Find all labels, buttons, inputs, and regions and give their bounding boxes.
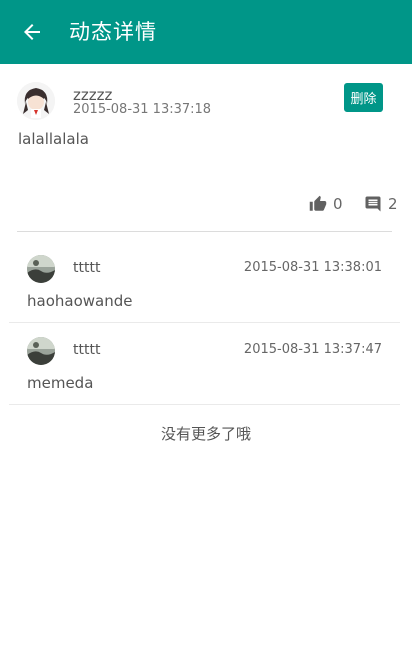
avatar[interactable] — [27, 337, 55, 365]
avatar[interactable] — [27, 255, 55, 283]
comment-username[interactable]: ttttt — [73, 342, 100, 358]
divider — [17, 231, 392, 232]
comment-item: ttttt 2015-08-31 13:37:47 memeda — [9, 323, 400, 405]
comment-item: ttttt 2015-08-31 13:38:01 haohaowande — [9, 241, 400, 323]
comment-button[interactable]: 2 — [364, 195, 398, 213]
post-timestamp: 2015-08-31 13:37:18 — [73, 102, 212, 117]
comment-timestamp: 2015-08-31 13:38:01 — [243, 260, 382, 275]
avatar[interactable] — [17, 82, 55, 120]
post-content: lalallalala — [18, 130, 89, 148]
divider — [9, 404, 400, 405]
comment-text: haohaowande — [27, 292, 133, 310]
comment-count: 2 — [388, 195, 398, 213]
like-count: 0 — [333, 195, 343, 213]
delete-button[interactable]: 删除 — [344, 83, 383, 112]
comment-timestamp: 2015-08-31 13:37:47 — [243, 342, 382, 357]
comment-username[interactable]: ttttt — [73, 260, 100, 276]
page-title: 动态详情 — [69, 20, 157, 44]
comment-icon — [365, 196, 381, 212]
thumb-up-icon — [309, 195, 327, 211]
app-bar: 动态详情 — [0, 0, 412, 64]
back-arrow-icon[interactable] — [20, 20, 44, 44]
like-button[interactable]: 0 — [309, 195, 343, 213]
comment-text: memeda — [27, 374, 94, 392]
no-more-text: 没有更多了哦 — [160, 425, 251, 443]
